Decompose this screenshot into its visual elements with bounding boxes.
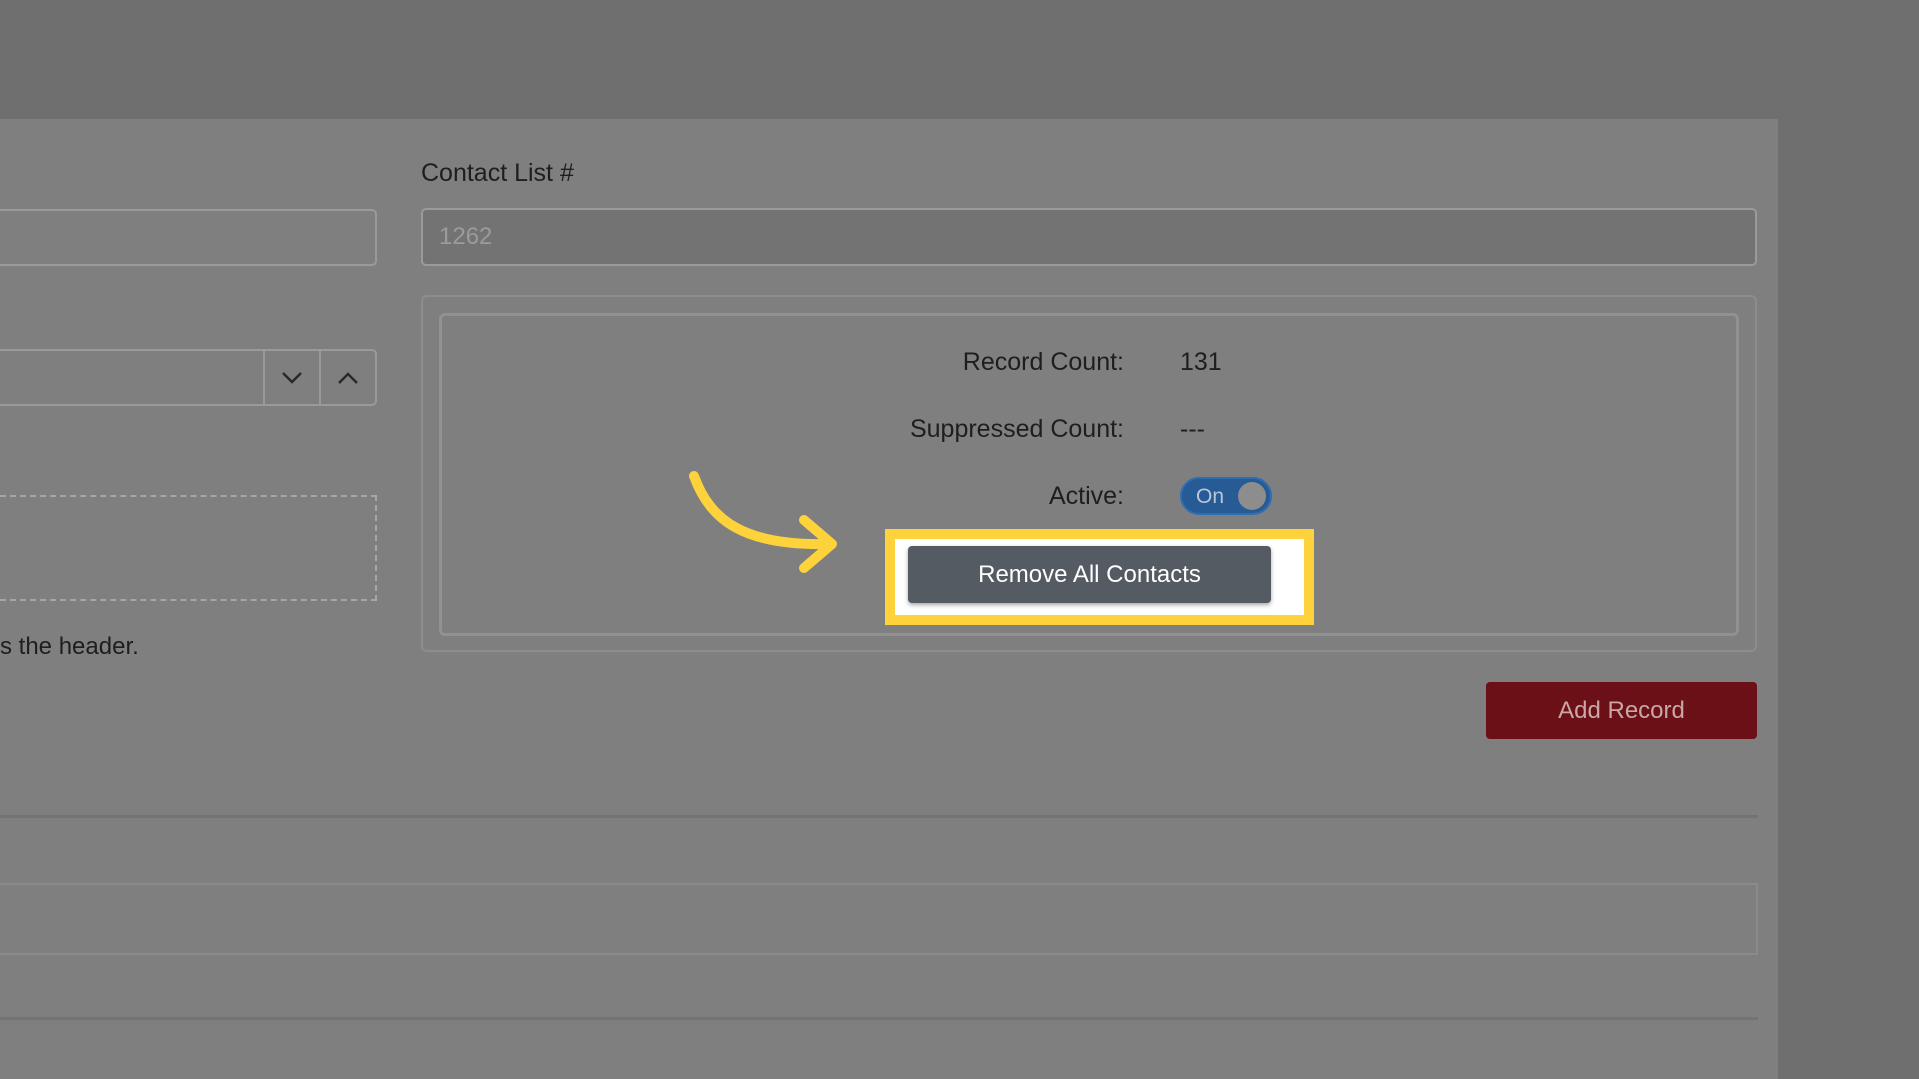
chevron-up-icon <box>338 371 358 384</box>
section-divider-bottom <box>0 1017 1758 1020</box>
section-divider <box>0 815 1758 818</box>
file-drop-zone[interactable] <box>0 495 377 601</box>
record-count-value: 131 <box>1180 348 1222 376</box>
left-text-field[interactable] <box>0 209 377 266</box>
list-row <box>0 883 1758 955</box>
active-toggle[interactable]: On <box>1180 477 1272 515</box>
header-hint-text: s the header. <box>0 633 139 660</box>
contact-list-label: Contact List # <box>421 159 574 187</box>
stepper-up-button[interactable] <box>319 351 375 404</box>
suppressed-count-label: Suppressed Count: <box>909 415 1124 443</box>
contact-list-number-field: 1262 <box>421 208 1757 266</box>
toggle-knob <box>1238 482 1266 510</box>
quantity-stepper[interactable] <box>0 349 377 406</box>
stepper-down-button[interactable] <box>263 351 319 404</box>
curved-arrow-icon <box>689 471 837 573</box>
suppressed-count-value: --- <box>1180 415 1205 443</box>
form-panel: s the header. Contact List # 1262 Record… <box>0 119 1778 1079</box>
add-record-button[interactable]: Add Record <box>1486 682 1757 739</box>
chevron-down-icon <box>282 371 302 384</box>
active-toggle-label: On <box>1196 485 1225 508</box>
screen: s the header. Contact List # 1262 Record… <box>0 0 1919 1079</box>
record-count-label: Record Count: <box>962 348 1124 376</box>
active-label: Active: <box>1048 482 1124 510</box>
remove-all-contacts-button[interactable]: Remove All Contacts <box>908 546 1271 603</box>
